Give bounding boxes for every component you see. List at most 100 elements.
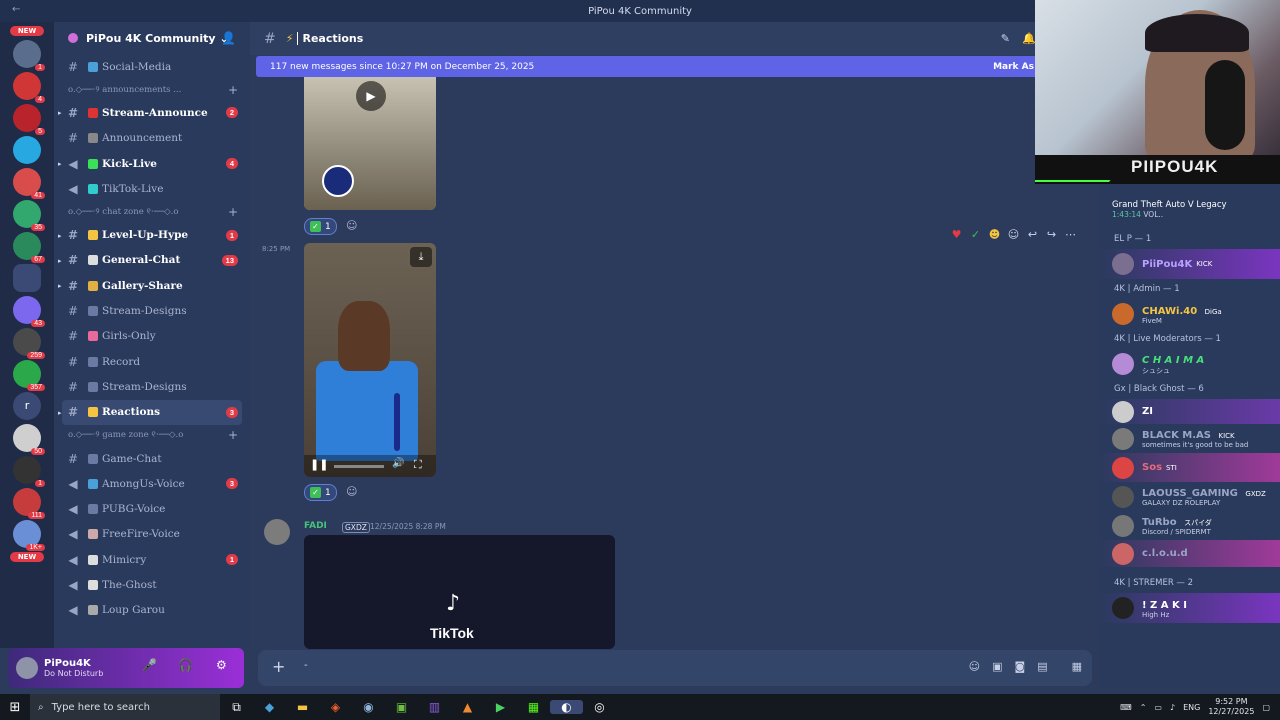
composer-input[interactable]: - [304,660,308,671]
channel-social-media[interactable]: # Social-Media [54,54,250,79]
author-avatar[interactable] [264,519,290,545]
reaction-check[interactable]: ✓ 1 [304,484,337,501]
threads-icon[interactable]: ✎ [1001,32,1010,45]
app-icon[interactable]: ◆ [253,700,286,714]
channel-game-chat[interactable]: # Game-Chat [54,446,250,471]
new-pill-bottom[interactable]: NEW [10,552,44,562]
volume-slider[interactable] [394,393,400,451]
message-composer[interactable]: + - ☺ ▣ ◙ ▤ ▦ [258,650,1092,686]
apps-icon[interactable]: ▦ [1072,660,1082,673]
sticker-icon[interactable]: ◙ [1015,660,1026,673]
channel-stream-designs-2[interactable]: # Stream-Designs [54,374,250,399]
download-icon[interactable]: ⤓ [410,247,432,267]
member-item[interactable]: TuRbo スパイダ Discord / SPIDERMT [1100,511,1280,540]
guild-header[interactable]: PiPou 4K Community ⌄ 👤 [54,22,250,54]
laugh-react-icon[interactable]: ☻ [987,228,1002,241]
progress-bar[interactable] [334,465,384,468]
user-info[interactable]: PiPou4K Do Not Disturb [44,658,103,678]
new-pill-top[interactable]: NEW [10,26,44,36]
server-icon[interactable]: 1K+ [13,520,45,551]
server-icon[interactable]: 259 [13,328,45,359]
back-arrow-icon[interactable]: ← [12,4,20,15]
channel-gallery-share[interactable]: ▸ # Gallery-Share [54,273,250,298]
add-reaction-icon[interactable]: ☺ [346,219,357,232]
network-icon[interactable]: ▭ [1154,703,1162,712]
author-name[interactable]: FADI [304,521,327,531]
emoji-picker-icon[interactable]: ☺ [969,660,980,673]
volume-icon[interactable]: 🔊 [392,458,404,469]
member-item[interactable]: ! Z A K I High Hz [1100,593,1280,623]
server-icon[interactable]: 41 [13,168,45,199]
member-item[interactable]: CHAWi.40 DiGa FiveM [1100,299,1280,329]
clock[interactable]: 9:52 PM 12/27/2025 [1208,697,1254,717]
member-item[interactable]: ZI [1100,399,1280,424]
server-icon[interactable]: 67 [13,232,45,263]
category-game-zone[interactable]: o.◇──⋅୨ game zone ୧⋅──◇.o + [54,425,250,446]
channel-pubg-voice[interactable]: ◀ PUBG-Voice [54,496,250,521]
check-react-icon[interactable]: ✓ [968,228,983,241]
app-icon[interactable]: ▲ [451,700,484,714]
add-reaction-icon[interactable]: ☺ [346,485,357,498]
settings-gear-icon[interactable]: ⚙ [216,658,227,672]
folder-icon[interactable] [13,264,41,292]
gallery-icon[interactable]: ▤ [1037,660,1047,673]
heart-react-icon[interactable]: ♥ [949,228,964,241]
member-item[interactable]: Sos STI [1100,453,1280,482]
member-item[interactable]: LAOUSS_GAMING GXDZ GALAXY DZ ROLEPLAY [1100,482,1280,511]
channel-tiktok-live[interactable]: ◀ TikTok-Live [54,176,250,201]
category-chat-zone[interactable]: o.◇──⋅୨ chat zone ୧⋅──◇.o + [54,201,250,222]
video-attachment[interactable]: ▶ [304,77,436,210]
channel-the-ghost[interactable]: ◀ The-Ghost [54,572,250,597]
add-channel-icon[interactable]: + [228,205,238,219]
windows-start-icon[interactable]: ⊞ [0,700,30,715]
gif-icon[interactable]: ▣ [992,660,1002,673]
channel-level-up-hype[interactable]: ▸ # Level-Up-Hype 1 [54,222,250,247]
server-icon[interactable]: 35 [13,200,45,231]
headset-muted-icon[interactable]: 🎧 [178,658,193,672]
discord-icon[interactable]: ◐ [550,700,583,714]
chevron-up-icon[interactable]: ⌃ [1140,703,1147,712]
new-messages-bar[interactable]: 117 new messages since 10:27 PM on Decem… [256,56,1036,77]
server-icon[interactable]: 50 [13,424,45,455]
more-options-icon[interactable]: ⋯ [1063,228,1078,241]
server-letter-r[interactable]: r [13,392,41,420]
play-button-icon[interactable]: ▶ [356,81,386,111]
member-item[interactable]: PiiPou4K KICK [1100,249,1280,279]
app-icon[interactable]: ▥ [418,700,451,714]
brave-icon[interactable]: ◈ [319,700,352,714]
task-view-icon[interactable]: ⧉ [220,700,253,715]
channel-general-chat[interactable]: ▸ # General-Chat 13 [54,248,250,273]
keyboard-icon[interactable]: ⌨ [1120,703,1132,712]
pause-icon[interactable]: ❚❚ [310,458,328,471]
obs-icon[interactable]: ◎ [583,700,616,714]
channel-loup-garou[interactable]: ◀ Loup Garou [54,598,250,623]
add-reaction-icon[interactable]: ☺ [1006,228,1021,241]
mic-muted-icon[interactable]: 🎤 [142,658,157,672]
server-icon[interactable]: 5 [13,104,45,135]
channel-record[interactable]: # Record [54,349,250,374]
channel-reactions[interactable]: ▸ # Reactions 3 [58,399,242,425]
avatar[interactable] [16,657,38,679]
member-item[interactable]: c.l.o.u.d [1100,540,1280,567]
channel-girls-only[interactable]: # Girls-Only [54,324,250,349]
channel-mimicry[interactable]: ◀ Mimicry 1 [54,547,250,572]
category-announcements[interactable]: o.◇──⋅୨ announcements ... + [54,79,250,100]
server-icon[interactable]: 4 [13,72,45,103]
invite-people-icon[interactable]: 👤 [221,31,236,45]
notifications-icon[interactable]: ▢ [1262,703,1270,712]
activity-card[interactable]: Grand Theft Auto V Legacy 1:43:14 VOL.. [1100,184,1280,219]
server-icon[interactable]: 1 [13,456,45,487]
steam-icon[interactable]: ◉ [352,700,385,714]
language-indicator[interactable]: ENG [1183,703,1200,712]
file-explorer-icon[interactable]: ▬ [286,700,319,714]
server-icon[interactable]: 1 [13,40,45,71]
member-item[interactable]: BLACK M.AS KICK sometimes it's good to b… [1100,424,1280,453]
tiktok-embed[interactable]: ♪ TikTok [304,535,615,649]
server-icon[interactable] [13,136,41,164]
server-icon[interactable]: 111 [13,488,45,519]
channel-stream-announce[interactable]: ▸ # Stream-Announce 2 [54,100,250,125]
bell-icon[interactable]: 🔔 [1022,32,1036,45]
member-item[interactable]: C H A I M A シュシュ [1100,349,1280,379]
app-icon[interactable]: ▶ [484,700,517,714]
server-icon[interactable]: 43 [13,296,45,327]
